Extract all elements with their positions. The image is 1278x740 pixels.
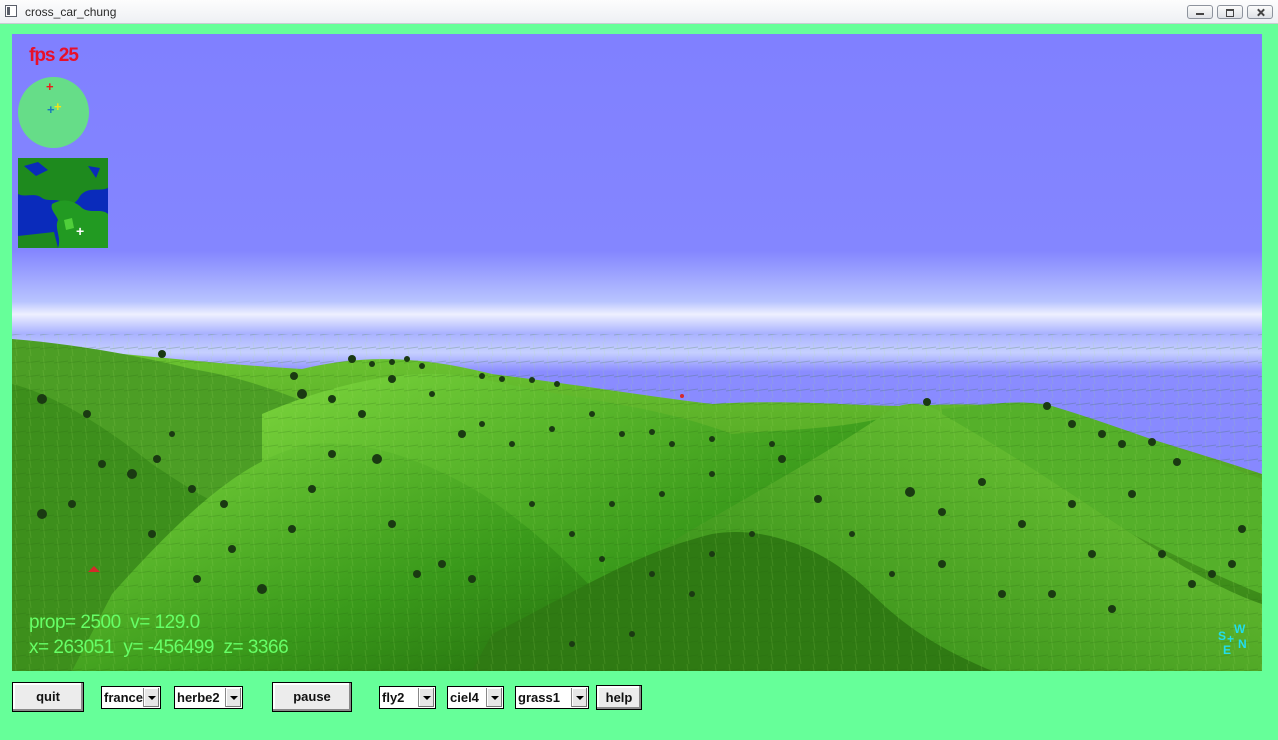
chevron-down-icon[interactable] <box>571 688 587 707</box>
terrain-select-value: herbe2 <box>177 690 220 705</box>
pause-button[interactable]: pause <box>272 682 352 712</box>
minimap[interactable]: + <box>18 158 108 248</box>
compass-south: S <box>1218 629 1227 643</box>
chevron-down-icon[interactable] <box>225 688 241 707</box>
terrain-select[interactable]: herbe2 <box>174 686 243 709</box>
maximize-button[interactable] <box>1217 5 1243 19</box>
help-button[interactable]: help <box>596 685 642 710</box>
sky-select-value: ciel4 <box>450 690 479 705</box>
radar-enemy-marker: + <box>46 79 54 94</box>
compass-center-icon: + <box>1227 632 1235 646</box>
compass-west: W <box>1234 622 1246 636</box>
sky-select[interactable]: ciel4 <box>447 686 504 709</box>
terrain-scene <box>12 34 1262 671</box>
minimize-button[interactable] <box>1187 5 1213 19</box>
game-viewport[interactable]: fps 25 + + + + prop= 2500 v= 129.0 x= 26… <box>12 34 1262 671</box>
svg-text:+: + <box>76 223 84 239</box>
app-icon[interactable] <box>5 5 17 17</box>
chevron-down-icon[interactable] <box>143 688 159 707</box>
mode-select[interactable]: fly2 <box>379 686 436 709</box>
hud-coordinates: x= 263051 y= -456499 z= 3366 <box>29 637 289 658</box>
radar-target-marker: + <box>54 99 62 114</box>
region-select-value: france <box>104 690 144 705</box>
title-bar[interactable]: cross_car_chung <box>0 0 1278 24</box>
chevron-down-icon[interactable] <box>418 688 434 707</box>
ground-select[interactable]: grass1 <box>515 686 589 709</box>
chevron-down-icon[interactable] <box>486 688 502 707</box>
region-select[interactable]: france <box>101 686 161 709</box>
minimap-terrain: + <box>18 158 108 248</box>
close-button[interactable] <box>1247 5 1273 19</box>
mode-select-value: fly2 <box>382 690 405 705</box>
hud-propulsion-velocity: prop= 2500 v= 129.0 <box>29 612 200 633</box>
quit-button[interactable]: quit <box>12 682 84 712</box>
compass-north: N <box>1238 637 1247 651</box>
radar-display: + + + <box>18 77 89 148</box>
fps-counter: fps 25 <box>29 45 79 66</box>
compass: S W E N + <box>1216 622 1256 659</box>
window-title: cross_car_chung <box>25 5 117 19</box>
ground-select-value: grass1 <box>518 690 560 705</box>
